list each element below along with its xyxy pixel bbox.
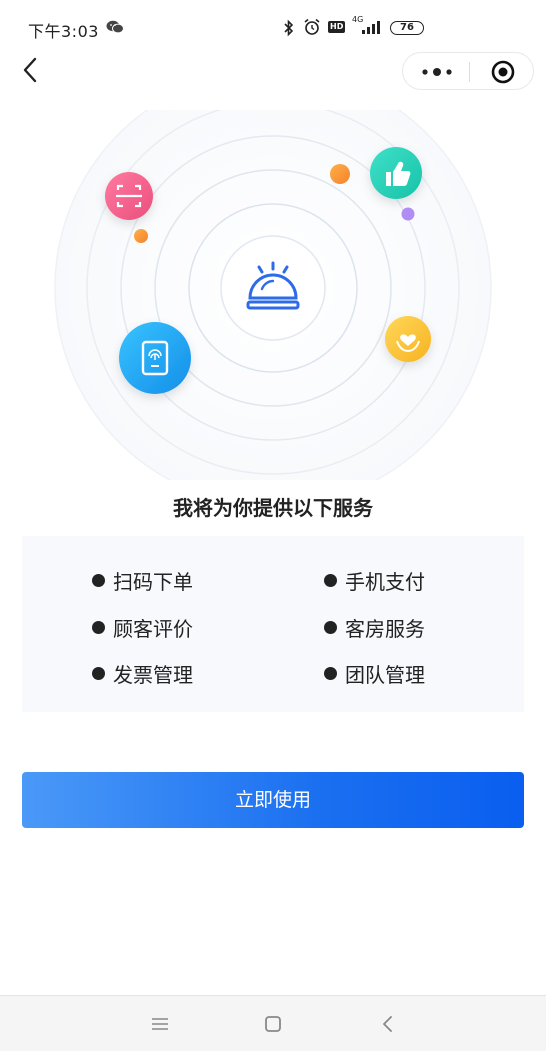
- scan-icon: [105, 172, 153, 220]
- bullet-icon: [324, 574, 337, 587]
- tablet-fingerprint-icon: [119, 322, 191, 394]
- wechat-icon: [106, 20, 124, 34]
- bullet-icon: [324, 621, 337, 634]
- thumbs-up-icon: [370, 147, 422, 199]
- service-item: 顾客评价: [92, 613, 193, 642]
- service-item: 手机支付: [324, 566, 425, 595]
- status-bar: 下午3:03 HD 4G 76: [0, 0, 546, 56]
- hd-icon: HD: [328, 21, 346, 33]
- alarm-icon: [304, 18, 320, 35]
- more-dots-icon[interactable]: [421, 65, 453, 79]
- services-list: 扫码下单 手机支付 顾客评价 客房服务 发票管理 团队管理: [22, 536, 524, 712]
- service-label: 发票管理: [113, 663, 193, 687]
- service-label: 扫码下单: [113, 570, 193, 594]
- service-item: 发票管理: [92, 659, 193, 688]
- bullet-icon: [324, 667, 337, 680]
- service-illustration: [54, 110, 492, 480]
- bullet-icon: [92, 574, 105, 587]
- orange-dot: [134, 229, 148, 243]
- battery-indicator: 76: [390, 21, 424, 35]
- signal-icon: [362, 21, 380, 34]
- status-time: 下午3:03: [28, 22, 99, 41]
- back-button[interactable]: [18, 56, 42, 84]
- use-now-button[interactable]: 立即使用: [22, 772, 524, 828]
- home-square-icon[interactable]: [261, 1012, 285, 1036]
- purple-dot: [401, 207, 415, 221]
- services-heading: 我将为你提供以下服务: [173, 496, 373, 520]
- service-label: 手机支付: [345, 570, 425, 594]
- orange-dot-top: [330, 164, 350, 184]
- heart-hand-icon: [385, 316, 431, 362]
- service-label: 客房服务: [345, 617, 425, 641]
- service-item: 客房服务: [324, 613, 425, 642]
- service-item: 扫码下单: [92, 566, 193, 595]
- capsule-divider: [469, 62, 470, 82]
- bluetooth-icon: [284, 19, 294, 37]
- system-nav-bar: [0, 995, 546, 1051]
- service-label: 团队管理: [345, 663, 425, 687]
- mini-program-capsule: [402, 52, 534, 90]
- bullet-icon: [92, 667, 105, 680]
- service-label: 顾客评价: [113, 617, 193, 641]
- back-triangle-icon[interactable]: [376, 1012, 400, 1036]
- bullet-icon: [92, 621, 105, 634]
- target-circle-icon[interactable]: [491, 60, 515, 84]
- service-item: 团队管理: [324, 659, 425, 688]
- menu-icon[interactable]: [148, 1012, 172, 1036]
